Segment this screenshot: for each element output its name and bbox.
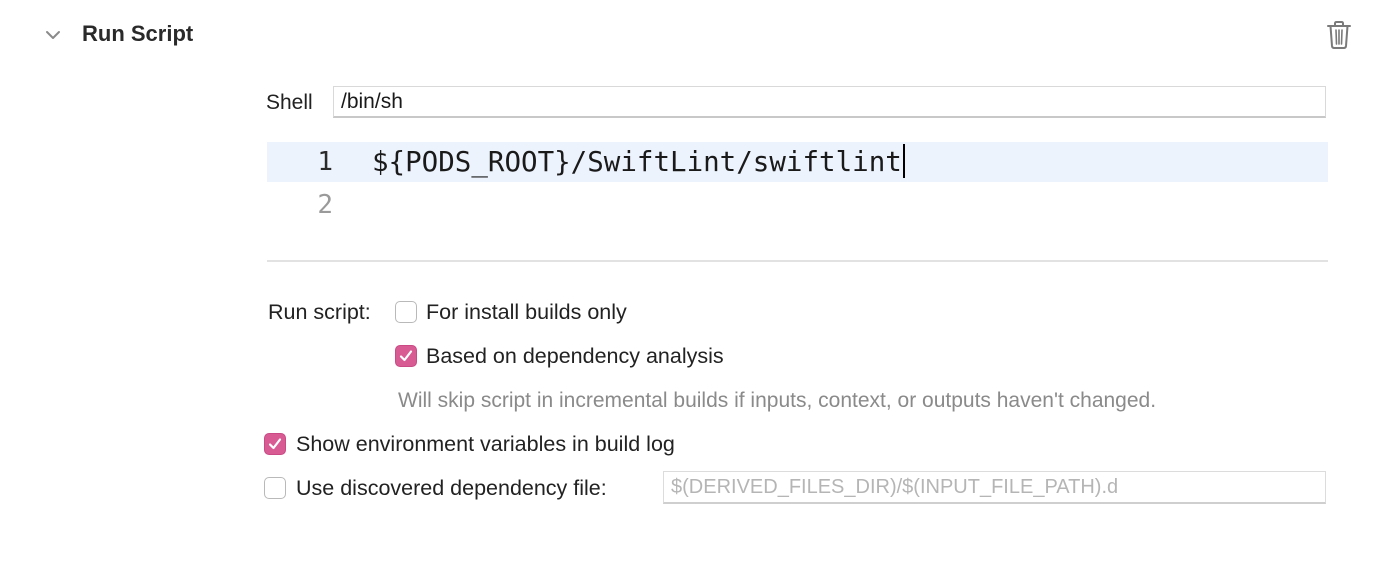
show-env-vars-checkbox[interactable] — [264, 433, 286, 455]
dependency-analysis-label[interactable]: Based on dependency analysis — [426, 341, 724, 371]
trash-icon[interactable] — [1325, 20, 1353, 50]
section-title: Run Script — [82, 21, 194, 46]
text-caret — [902, 144, 905, 178]
dependency-analysis-checkbox[interactable] — [395, 345, 417, 367]
line-number: 1 — [317, 147, 333, 177]
discovered-dependency-checkbox[interactable] — [264, 477, 286, 499]
shell-input[interactable] — [333, 86, 1326, 118]
discovered-dependency-label[interactable]: Use discovered dependency file: — [296, 473, 607, 503]
show-env-vars-label[interactable]: Show environment variables in build log — [296, 429, 675, 459]
install-builds-only-checkbox[interactable] — [395, 301, 417, 323]
line-number: 2 — [317, 190, 333, 220]
divider — [267, 260, 1328, 262]
shell-label: Shell — [266, 91, 313, 114]
run-script-label: Run script: — [268, 300, 371, 324]
install-builds-only-label[interactable]: For install builds only — [426, 297, 627, 327]
script-editor[interactable]: 1 ${PODS_ROOT}/SwiftLint/swiftlint 2 — [267, 142, 1328, 228]
checkmark-icon — [268, 438, 282, 450]
code-line[interactable]: 1 ${PODS_ROOT}/SwiftLint/swiftlint — [267, 142, 1328, 182]
chevron-down-icon[interactable] — [42, 24, 64, 46]
code-line[interactable]: 2 — [267, 185, 1328, 225]
code-text[interactable]: ${PODS_ROOT}/SwiftLint/swiftlint — [372, 142, 905, 182]
checkmark-icon — [399, 350, 413, 362]
dependency-file-input[interactable] — [663, 471, 1326, 504]
dependency-hint: Will skip script in incremental builds i… — [398, 389, 1157, 412]
